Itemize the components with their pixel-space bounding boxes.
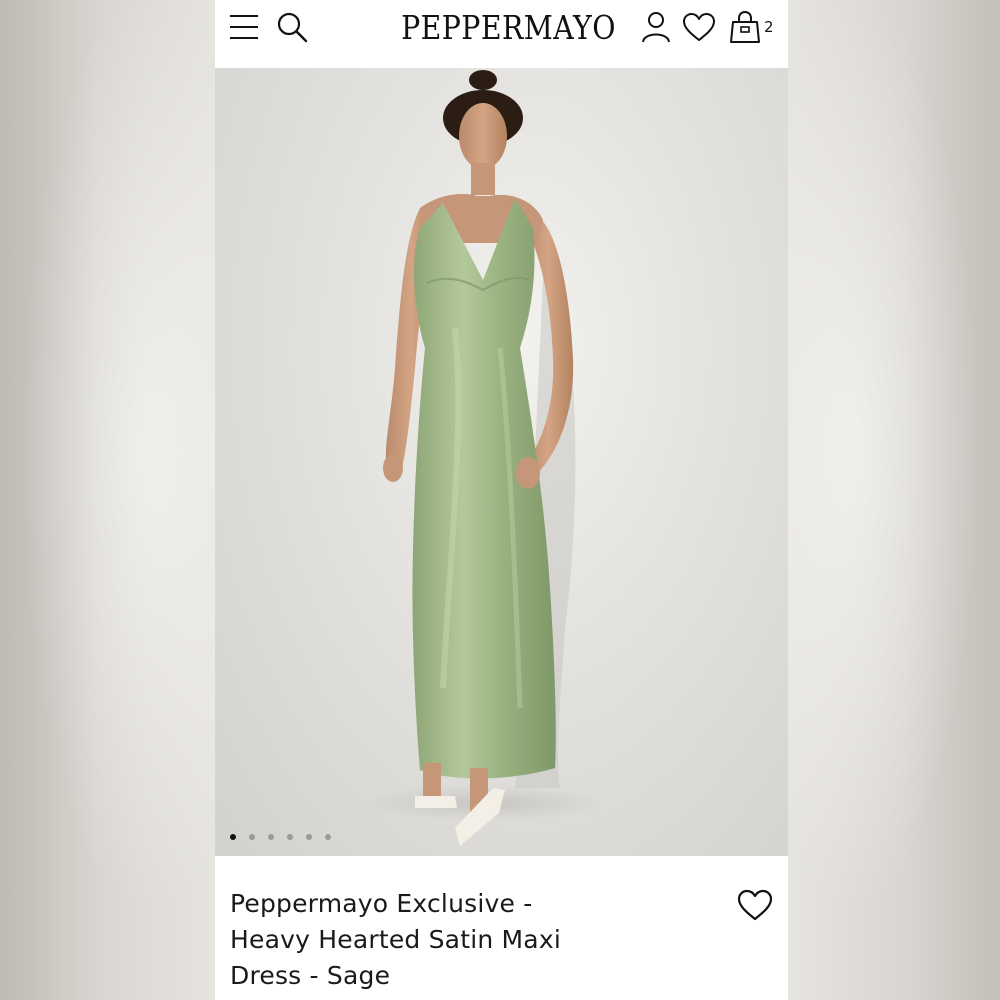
gallery-dot[interactable] (268, 834, 274, 840)
gallery-dot[interactable] (325, 834, 331, 840)
gallery-pagination (230, 832, 331, 842)
site-header: PEPPERMAYO 2 (215, 0, 788, 68)
search-icon[interactable] (276, 11, 308, 43)
bag-icon[interactable] (729, 10, 761, 44)
product-title-line: Dress - Sage (230, 961, 391, 990)
backdrop-left (0, 0, 215, 1000)
backdrop-right (788, 0, 1000, 1000)
heart-icon[interactable] (682, 12, 716, 42)
gallery-dot[interactable] (249, 834, 255, 840)
gallery-dot[interactable] (230, 834, 236, 840)
account-icon[interactable] (641, 11, 671, 43)
menu-icon[interactable] (229, 13, 259, 41)
product-title: Peppermayo Exclusive - Heavy Hearted Sat… (230, 886, 590, 994)
mobile-product-page: PEPPERMAYO 2 Peppermayo Exclusive - Heav… (215, 0, 788, 1000)
product-photo-illustration (365, 70, 605, 846)
gallery-dot[interactable] (306, 834, 312, 840)
brand-logo[interactable]: PEPPERMAYO (401, 8, 615, 48)
product-title-line: Peppermayo Exclusive - (230, 889, 533, 918)
product-image[interactable] (215, 68, 788, 856)
bag-count-badge: 2 (764, 18, 774, 36)
product-title-line: Heavy Hearted Satin Maxi (230, 925, 561, 954)
gallery-dot[interactable] (287, 834, 293, 840)
add-to-wishlist-heart-icon[interactable] (737, 889, 773, 921)
